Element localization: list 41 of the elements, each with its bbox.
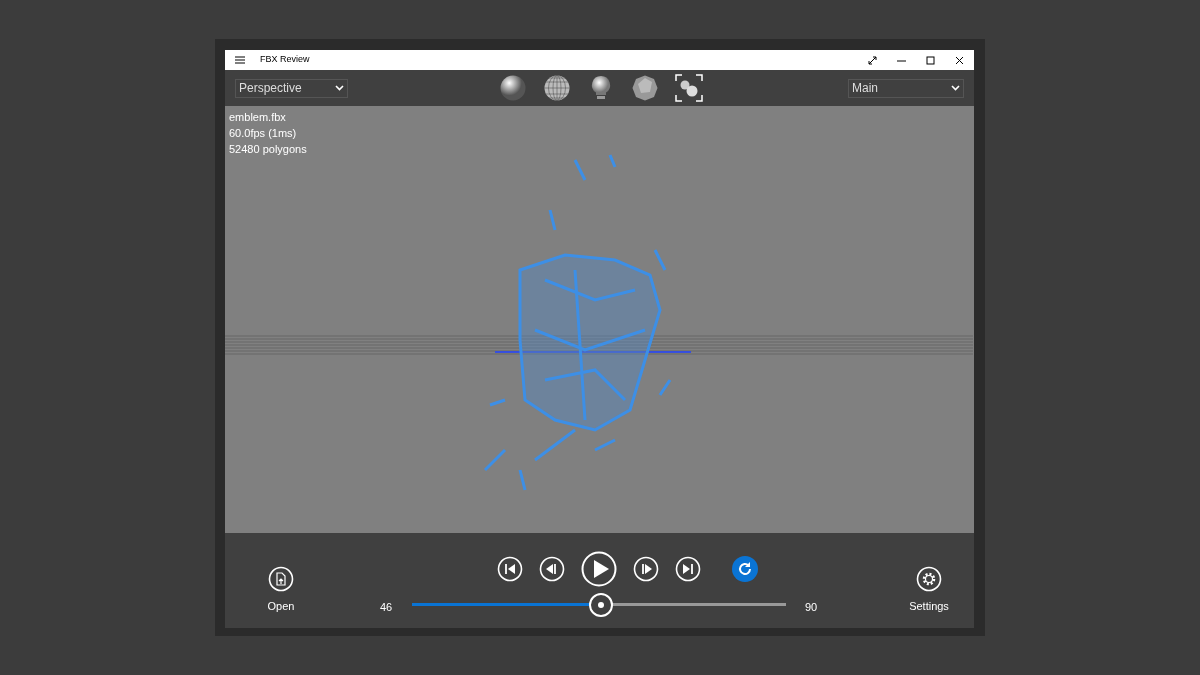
frame-objects-icon — [675, 74, 703, 102]
file-icon — [268, 566, 294, 592]
shaded-sphere-icon — [499, 74, 527, 102]
viewport[interactable]: emblem.fbx 60.0fps (1ms) 52480 polygons — [225, 106, 974, 533]
skip-end-icon — [675, 556, 701, 582]
model-info: emblem.fbx — [229, 110, 287, 125]
last-frame-button[interactable] — [675, 556, 701, 582]
window-title: FBX Review — [260, 53, 310, 67]
view-mode-button[interactable] — [499, 74, 527, 102]
model-info: 52480 polygons — [229, 142, 307, 157]
take-value: Main — [852, 80, 879, 97]
step-forward-icon — [633, 556, 659, 582]
camera-value: Perspective — [239, 80, 303, 97]
play-icon — [581, 551, 617, 587]
loop-toggle[interactable] — [732, 556, 758, 582]
skip-start-icon — [497, 556, 523, 582]
chevron-icon — [951, 85, 960, 91]
model-info: 60.0fps (1ms) — [229, 126, 298, 141]
settings-icon — [916, 566, 942, 592]
refresh-icon — [737, 561, 753, 577]
wireframe-sphere-icon — [543, 74, 571, 102]
view-mode-button[interactable] — [543, 74, 571, 102]
timeline-slider[interactable] — [412, 593, 786, 615]
settings-button[interactable]: Settings — [901, 566, 957, 615]
view-mode-button[interactable] — [631, 74, 659, 102]
play-button[interactable] — [581, 551, 617, 587]
take-dropdown[interactable]: Main — [848, 78, 964, 98]
open-button[interactable]: Open — [253, 566, 309, 615]
next-frame-button[interactable] — [633, 556, 659, 582]
maximize-icon[interactable] — [926, 55, 935, 65]
timeline-thumb[interactable] — [588, 593, 613, 617]
previous-frame-button[interactable] — [539, 556, 565, 582]
fullscreen-icon[interactable] — [868, 55, 877, 65]
first-frame-button[interactable] — [497, 556, 523, 582]
end-frame: 90 — [805, 599, 818, 616]
close-icon[interactable] — [955, 55, 964, 65]
chevron-icon — [335, 85, 344, 91]
menu-icon[interactable] — [235, 56, 245, 64]
step-back-icon — [539, 556, 565, 582]
camera-dropdown[interactable]: Perspective — [235, 78, 348, 98]
start-frame: 46 — [380, 599, 393, 616]
